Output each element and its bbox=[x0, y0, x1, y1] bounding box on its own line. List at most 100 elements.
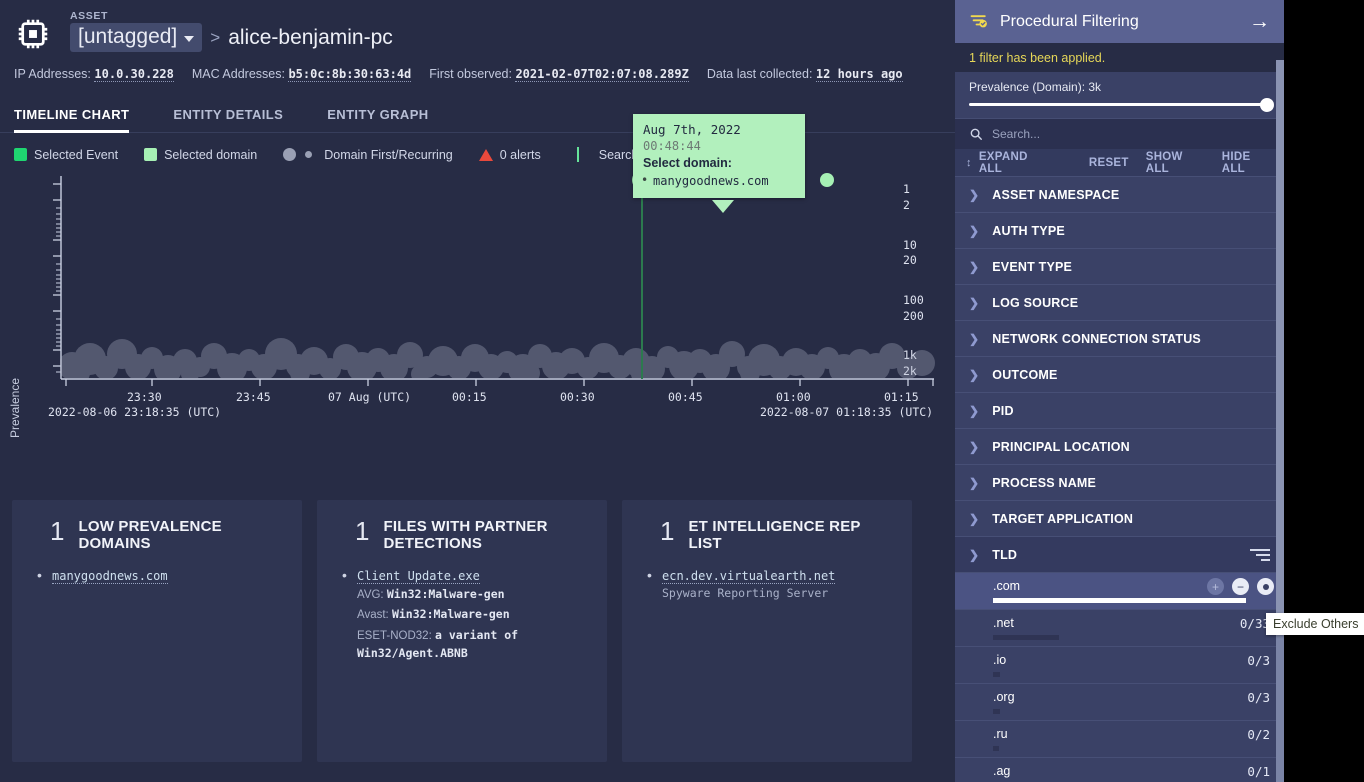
asset-tag-value: [untagged] bbox=[78, 25, 177, 49]
filter-category-event-type[interactable]: ❯ EVENT TYPE bbox=[955, 248, 1284, 284]
tld-bar bbox=[993, 635, 1059, 640]
tld-item-org[interactable]: .org 0/3 bbox=[955, 683, 1284, 720]
tld-item-net[interactable]: .net 0/33 bbox=[955, 609, 1284, 646]
app-root: ASSET [untagged] > alice-benjamin-pc IP … bbox=[0, 0, 1364, 782]
chevron-right-icon: ❯ bbox=[969, 332, 979, 346]
meta-first-observed: First observed: 2021-02-07T02:07:08.289Z bbox=[429, 67, 689, 81]
legend-selected-domain: Selected domain bbox=[144, 148, 257, 162]
x-tick-5: 00:45 bbox=[668, 390, 703, 404]
legend-selected-event-label: Selected Event bbox=[34, 148, 118, 162]
panel-scrollbar-thumb[interactable] bbox=[1276, 60, 1284, 615]
card-title: LOW PREVALENCE DOMAINS bbox=[78, 518, 286, 553]
prevalence-slider-knob[interactable] bbox=[1260, 98, 1274, 112]
card-title: ET INTELLIGENCE REP LIST bbox=[688, 518, 896, 553]
tooltip-arrow-icon bbox=[712, 200, 734, 213]
exclude-icon[interactable]: − bbox=[1232, 578, 1249, 595]
reset-button[interactable]: RESET bbox=[1089, 157, 1129, 169]
prevalence-slider-block: Prevalence (Domain): 3k bbox=[955, 72, 1284, 118]
chevron-right-icon: ❯ bbox=[969, 368, 979, 382]
asset-meta-row: IP Addresses: 10.0.30.228 MAC Addresses:… bbox=[0, 53, 955, 81]
page-title: alice-benjamin-pc bbox=[228, 26, 393, 50]
domain-link[interactable]: manygoodnews.com bbox=[52, 569, 168, 584]
asset-header: ASSET [untagged] > alice-benjamin-pc bbox=[0, 0, 955, 53]
detection-avast: Avast: Win32:Malware-gen bbox=[357, 606, 591, 624]
asset-breadcrumb: [untagged] > alice-benjamin-pc bbox=[70, 23, 393, 52]
tab-entity-graph[interactable]: ENTITY GRAPH bbox=[327, 97, 458, 132]
chevron-right-icon: ❯ bbox=[969, 188, 979, 202]
tld-name: .org bbox=[993, 690, 1270, 704]
filter-category-network-connection-status[interactable]: ❯ NETWORK CONNECTION STATUS bbox=[955, 320, 1284, 356]
tld-item-io[interactable]: .io 0/3 bbox=[955, 646, 1284, 683]
tld-item-ag[interactable]: .ag 0/1 bbox=[955, 757, 1284, 782]
legend-domain-first-recurring-label: Domain First/Recurring bbox=[324, 148, 453, 162]
filter-category-target-application[interactable]: ❯ TARGET APPLICATION bbox=[955, 500, 1284, 536]
include-icon[interactable]: + bbox=[1207, 578, 1224, 595]
tab-entity-details[interactable]: ENTITY DETAILS bbox=[173, 97, 313, 132]
breadcrumb-separator: > bbox=[210, 28, 220, 48]
meta-mac-label: MAC Addresses: bbox=[192, 67, 285, 81]
meta-ip-value[interactable]: 10.0.30.228 bbox=[94, 67, 173, 82]
tld-item-ru[interactable]: .ru 0/2 bbox=[955, 720, 1284, 757]
card-title: FILES WITH PARTNER DETECTIONS bbox=[383, 518, 591, 553]
meta-mac-value[interactable]: b5:0c:8b:30:63:4d bbox=[288, 67, 411, 82]
tld-name: .ag bbox=[993, 764, 1270, 778]
tld-count: 0/1 bbox=[1247, 764, 1270, 779]
sort-filter-icon[interactable] bbox=[1250, 549, 1270, 561]
tooltip-prompt: Select domain: bbox=[643, 156, 795, 170]
tld-bar bbox=[993, 746, 999, 751]
timeline-chart[interactable]: Prevalence 1 2 10 20 100 200 1k 2k bbox=[0, 168, 955, 438]
x-tick-7: 01:15 bbox=[884, 390, 919, 404]
filter-search-row[interactable]: Search... bbox=[955, 118, 1284, 149]
card-count: 1 bbox=[333, 518, 369, 544]
card-header: 1 LOW PREVALENCE DOMAINS bbox=[28, 518, 286, 553]
selected-domain-swatch-icon bbox=[144, 148, 157, 161]
card-body: manygoodnews.com bbox=[28, 569, 286, 583]
tld-hover-actions: + − bbox=[1207, 578, 1274, 595]
filter-category-tld[interactable]: ❯ TLD bbox=[955, 536, 1284, 572]
card-body: Client Update.exe AVG: Win32:Malware-gen… bbox=[333, 569, 591, 663]
host-link[interactable]: ecn.dev.virtualearth.net bbox=[662, 569, 835, 584]
filter-category-principal-location[interactable]: ❯ PRINCIPAL LOCATION bbox=[955, 428, 1284, 464]
show-all-button[interactable]: SHOW ALL bbox=[1146, 151, 1205, 175]
tab-timeline-chart[interactable]: TIMELINE CHART bbox=[14, 97, 159, 132]
meta-ip-label: IP Addresses: bbox=[14, 67, 91, 81]
tooltip-domain[interactable]: manygoodnews.com bbox=[643, 174, 795, 188]
filter-toolbar: ↕ EXPAND ALL RESET SHOW ALL HIDE ALL bbox=[955, 149, 1284, 176]
asset-tag-dropdown[interactable]: [untagged] bbox=[70, 23, 202, 52]
meta-last-collected-value[interactable]: 12 hours ago bbox=[816, 67, 903, 82]
filter-category-asset-namespace[interactable]: ❯ ASSET NAMESPACE bbox=[955, 176, 1284, 212]
filter-category-auth-type[interactable]: ❯ AUTH TYPE bbox=[955, 212, 1284, 248]
prevalence-slider[interactable] bbox=[969, 103, 1270, 106]
search-input[interactable]: Search... bbox=[992, 127, 1040, 141]
main-content: ASSET [untagged] > alice-benjamin-pc IP … bbox=[0, 0, 955, 782]
tld-count: 0/2 bbox=[1247, 727, 1270, 742]
filter-category-label: PID bbox=[992, 404, 1013, 418]
filter-category-log-source[interactable]: ❯ LOG SOURCE bbox=[955, 284, 1284, 320]
tld-item-com[interactable]: .com + − bbox=[955, 572, 1284, 609]
file-link[interactable]: Client Update.exe bbox=[357, 569, 480, 584]
chevron-right-icon: ❯ bbox=[969, 296, 979, 310]
domain-first-dot-icon bbox=[283, 148, 296, 161]
tld-bar bbox=[993, 598, 1246, 603]
hide-all-button[interactable]: HIDE ALL bbox=[1222, 151, 1273, 175]
arrow-right-icon[interactable]: → bbox=[1249, 11, 1270, 32]
x-tick-6: 01:00 bbox=[776, 390, 811, 404]
asset-title-block: ASSET [untagged] > alice-benjamin-pc bbox=[70, 10, 393, 52]
expand-all-button[interactable]: EXPAND ALL bbox=[979, 151, 1049, 175]
sort-updown-icon[interactable]: ↕ bbox=[966, 157, 972, 169]
filter-applied-icon bbox=[969, 12, 989, 32]
host-subtext: Spyware Reporting Server bbox=[662, 586, 896, 600]
tab-bar: TIMELINE CHART ENTITY DETAILS ENTITY GRA… bbox=[0, 97, 955, 133]
chevron-right-icon: ❯ bbox=[969, 440, 979, 454]
filter-category-process-name[interactable]: ❯ PROCESS NAME bbox=[955, 464, 1284, 500]
exclude-others-icon[interactable] bbox=[1257, 578, 1274, 595]
chart-legend: Selected Event Selected domain Domain Fi… bbox=[0, 133, 955, 162]
meta-first-observed-value[interactable]: 2021-02-07T02:07:08.289Z bbox=[515, 67, 688, 82]
panel-scrollbar[interactable] bbox=[1276, 60, 1284, 782]
detection-avg-value: Win32:Malware-gen bbox=[387, 587, 505, 601]
tld-count: 0/3 bbox=[1247, 653, 1270, 668]
x-tick-2: 07 Aug (UTC) bbox=[328, 390, 411, 404]
filter-category-outcome[interactable]: ❯ OUTCOME bbox=[955, 356, 1284, 392]
filter-category-pid[interactable]: ❯ PID bbox=[955, 392, 1284, 428]
tld-bar bbox=[993, 672, 1000, 677]
